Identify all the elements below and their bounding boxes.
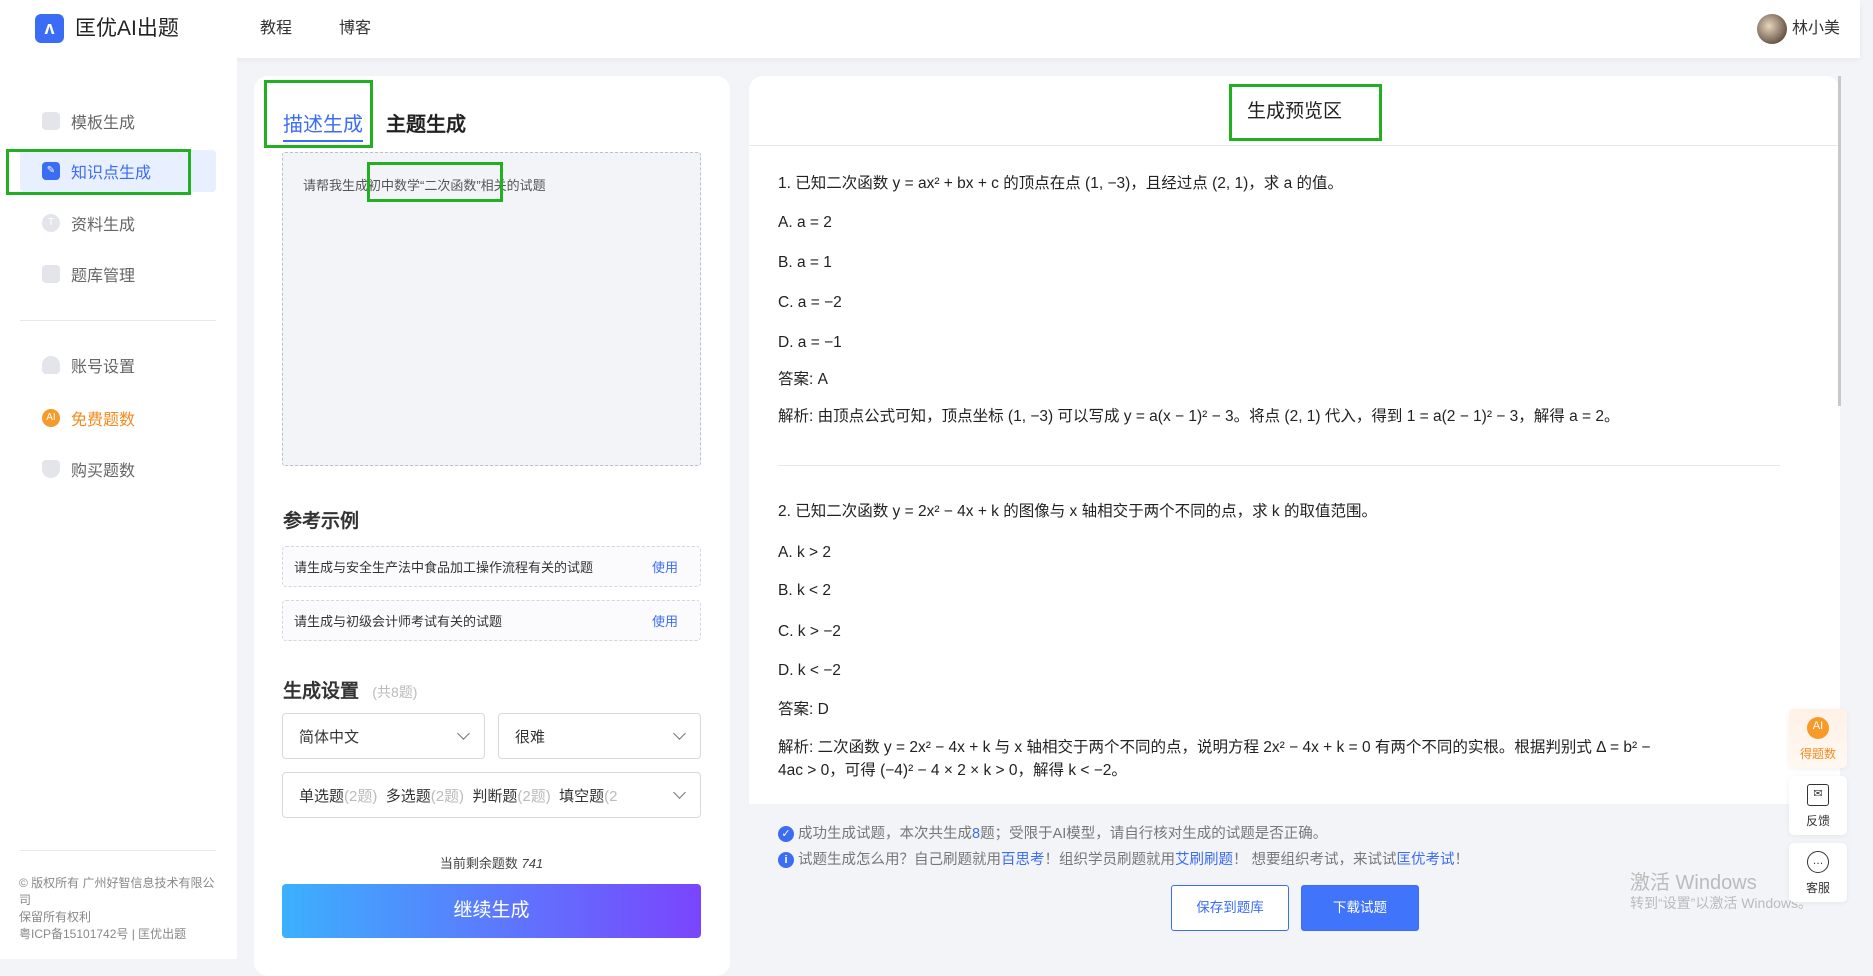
- question-1-answer: 答案: A: [778, 371, 828, 388]
- question-1-analysis: 解析: 由顶点公式可知，顶点坐标 (1, −3) 可以写成 y = a(x − …: [778, 408, 1620, 425]
- sidebar: 模板生成 ✎ 知识点生成 T 资料生成 题库管理 账号设置 AI 免费题数 购买题数 …: [0, 58, 237, 959]
- sidebar-item-material[interactable]: T 资料生成: [20, 202, 216, 244]
- feedback-button[interactable]: ✉ 反馈: [1789, 776, 1847, 835]
- windows-watermark: 激活 Windows: [1630, 872, 1757, 894]
- tab-topic[interactable]: 主题生成: [386, 112, 466, 138]
- user-name[interactable]: 林小美: [1792, 18, 1840, 40]
- tab-description[interactable]: 描述生成: [283, 112, 363, 142]
- tip-message: i 试题生成怎么用？自己刷题就用 百思考 ！组织学员刷题就用 艾刷刷题！ 想要组织考试，…: [778, 851, 1469, 869]
- question-1-option: C. a = −2: [778, 294, 842, 311]
- sidebar-item-bank[interactable]: 题库管理: [20, 253, 216, 295]
- ai-icon: AI: [1807, 717, 1829, 739]
- sidebar-item-account[interactable]: 账号设置: [20, 344, 216, 386]
- download-button[interactable]: 下载试题: [1301, 885, 1419, 931]
- windows-watermark-sub: 转到“设置”以激活 Windows。: [1630, 895, 1813, 911]
- app-title[interactable]: 匡优AI出题: [75, 14, 179, 43]
- pen-icon: ✎: [42, 162, 60, 180]
- sidebar-divider: [20, 320, 216, 321]
- difficulty-select[interactable]: 很难: [498, 713, 701, 759]
- save-to-bank-button[interactable]: 保存到题库: [1171, 885, 1289, 931]
- template-icon: [42, 112, 60, 130]
- question-type-select[interactable]: 单选题(2题) 多选题(2题) 判断题(2题) 填空题(2: [282, 772, 701, 818]
- language-select[interactable]: 简体中文: [282, 713, 485, 759]
- question-1-stem: 1. 已知二次函数 y = ax² + bx + c 的顶点在点 (1, −3)…: [778, 175, 1343, 192]
- sidebar-item-buy[interactable]: 购买题数: [20, 448, 216, 490]
- user-icon: [42, 356, 60, 374]
- ai-icon: AI: [42, 409, 60, 427]
- chevron-down-icon: [673, 727, 686, 740]
- link-baisikao[interactable]: 百思考: [1001, 851, 1045, 869]
- customer-service-button[interactable]: … 客服: [1789, 843, 1847, 902]
- use-button[interactable]: 使用: [652, 557, 678, 576]
- settings-title: 生成设置 (共8题): [283, 681, 418, 702]
- question-2-analysis: 解析: 二次函数 y = 2x² − 4x + k 与 x 轴相交于两个不同的点…: [778, 739, 1651, 756]
- sidebar-item-knowledge[interactable]: ✎ 知识点生成: [20, 150, 216, 192]
- success-message: ✓ 成功生成试题，本次共生成 8 题；受限于AI模型，请自行核对生成的试题是否正确…: [778, 825, 1327, 843]
- link-kuangyou-exam[interactable]: 匡优考试: [1397, 851, 1455, 869]
- question-1-option: D. a = −1: [778, 334, 842, 351]
- copyright: © 版权所有 广州好智信息技术有限公司保留所有权利 粤ICP备15101742号 …: [19, 876, 215, 941]
- examples-title: 参考示例: [283, 511, 360, 532]
- info-icon: i: [778, 852, 794, 868]
- nav-blog[interactable]: 博客: [339, 18, 371, 40]
- question-2-option: C. k > −2: [778, 623, 841, 640]
- sidebar-item-free[interactable]: AI 免费题数: [20, 397, 216, 439]
- chevron-down-icon: [673, 786, 686, 799]
- question-1-option: A. a = 2: [778, 214, 832, 231]
- remaining-count: 当前剩余题数 741: [439, 856, 544, 871]
- question-2-option: B. k < 2: [778, 582, 831, 599]
- link-aishua[interactable]: 艾刷刷题: [1175, 851, 1233, 869]
- prompt-input[interactable]: 请帮我生成初中数学“二次函数”相关的试题: [282, 152, 701, 466]
- example-item: 请生成与初级会计师考试有关的试题 使用: [282, 600, 701, 641]
- sidebar-item-template[interactable]: 模板生成: [20, 100, 216, 142]
- avatar[interactable]: [1757, 14, 1787, 44]
- footer-divider: [20, 850, 216, 851]
- nav-tutorial[interactable]: 教程: [260, 18, 292, 40]
- top-header: ʌ 匡优AI出题 教程 博客 林小美: [0, 0, 1860, 58]
- diamond-icon: [42, 460, 60, 478]
- bank-icon: [42, 265, 60, 283]
- use-button[interactable]: 使用: [652, 611, 678, 630]
- question-2-option: D. k < −2: [778, 662, 841, 679]
- question-1-option: B. a = 1: [778, 254, 832, 271]
- get-questions-button[interactable]: AI 得题数: [1789, 709, 1847, 768]
- logo-icon: ʌ: [35, 14, 64, 43]
- continue-generate-button[interactable]: 继续生成: [282, 884, 701, 938]
- preview-title: 生成预览区: [1246, 101, 1342, 122]
- chat-icon: …: [1807, 851, 1829, 873]
- chevron-down-icon: [457, 727, 470, 740]
- check-circle-icon: ✓: [778, 826, 794, 842]
- question-divider: [778, 465, 1780, 466]
- question-2-analysis-cont: 4ac > 0，可得 (−4)² − 4 × 2 × k > 0，解得 k < …: [778, 762, 1127, 779]
- example-item: 请生成与安全生产法中食品加工操作流程有关的试题 使用: [282, 546, 701, 587]
- question-2-option: A. k > 2: [778, 544, 831, 561]
- question-2-stem: 2. 已知二次函数 y = 2x² − 4x + k 的图像与 x 轴相交于两个…: [778, 503, 1377, 520]
- preview-scrollbar[interactable]: [1838, 76, 1841, 406]
- text-icon: T: [42, 214, 60, 232]
- preview-header-divider: [749, 145, 1840, 146]
- mail-icon: ✉: [1807, 784, 1829, 806]
- question-2-answer: 答案: D: [778, 701, 829, 718]
